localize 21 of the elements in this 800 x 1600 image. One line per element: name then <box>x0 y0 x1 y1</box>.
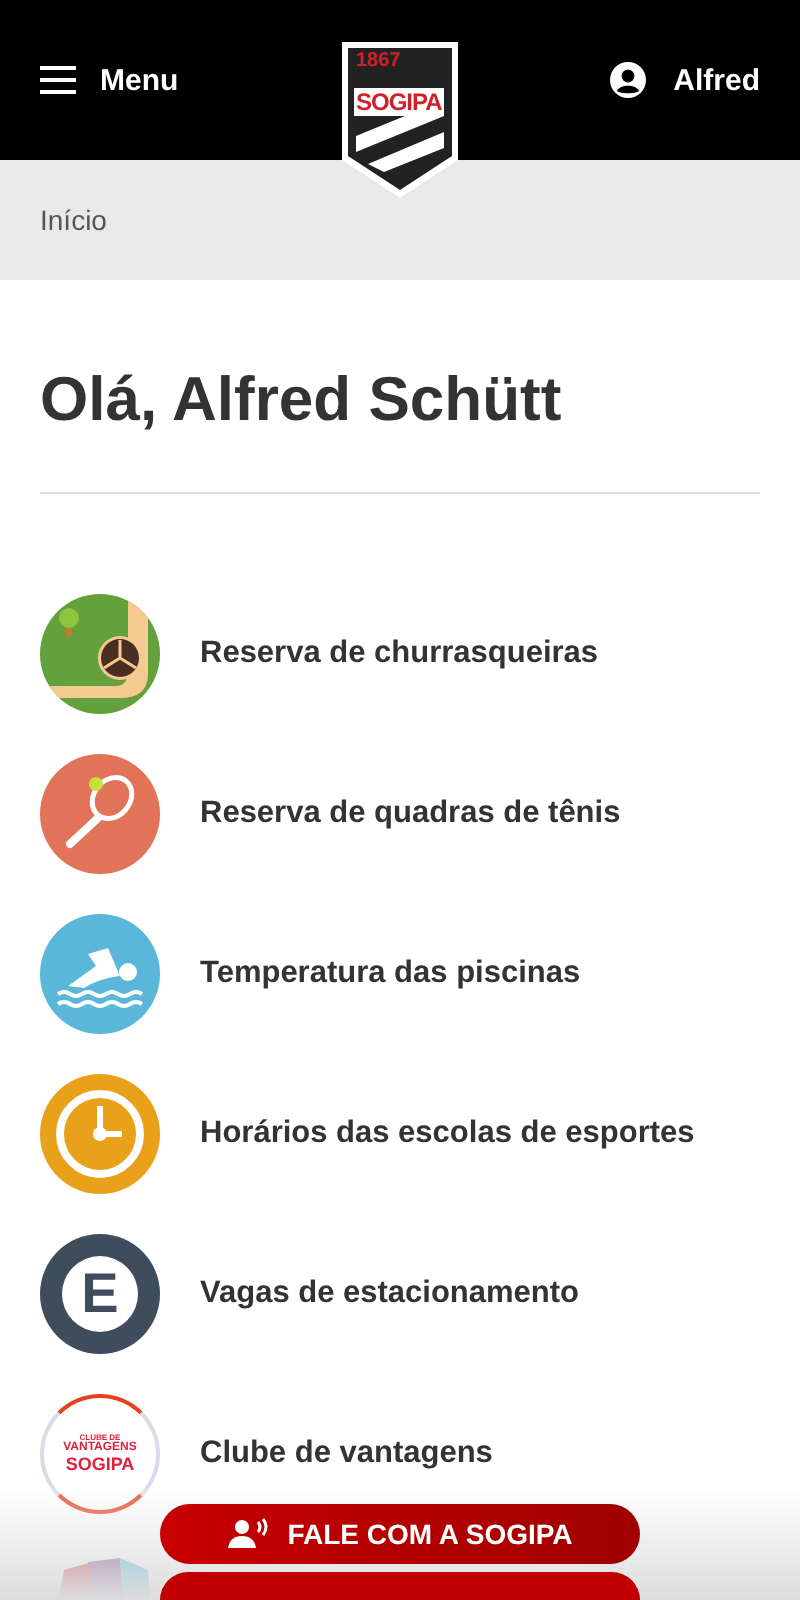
tennis-racket-icon <box>40 754 160 874</box>
contact-button[interactable]: FALE COM A SOGIPA <box>160 1504 640 1564</box>
greeting-title: Olá, Alfred Schütt <box>40 362 564 438</box>
menu-icon <box>40 66 76 94</box>
menu-item-link[interactable]: Reserva de quadras de tênis <box>200 796 621 832</box>
menu-item-link[interactable]: Clube de vantagens <box>200 1436 493 1472</box>
breadcrumb-link[interactable]: Início <box>40 204 107 236</box>
menu-item-link[interactable]: Vagas de estacionamento <box>200 1276 580 1312</box>
user-button[interactable]: Alfred <box>609 62 760 98</box>
menu-item-link[interactable]: Reserva de churrasqueiras <box>200 636 599 672</box>
menu-item-link[interactable]: Horários das escolas de esportes <box>200 1116 695 1152</box>
logo-year: 1867 <box>356 50 401 72</box>
user-icon <box>609 62 646 98</box>
person-speaking-icon <box>227 1517 268 1550</box>
menu-item-link[interactable]: Temperatura das piscinas <box>200 956 581 992</box>
menu-button[interactable]: Menu <box>40 63 179 97</box>
swimmer-icon <box>40 914 160 1034</box>
logo-name: SOGIPA <box>354 88 444 116</box>
clock-icon <box>40 1074 160 1194</box>
second-button[interactable] <box>160 1571 640 1600</box>
parking-icon: E <box>40 1234 160 1354</box>
